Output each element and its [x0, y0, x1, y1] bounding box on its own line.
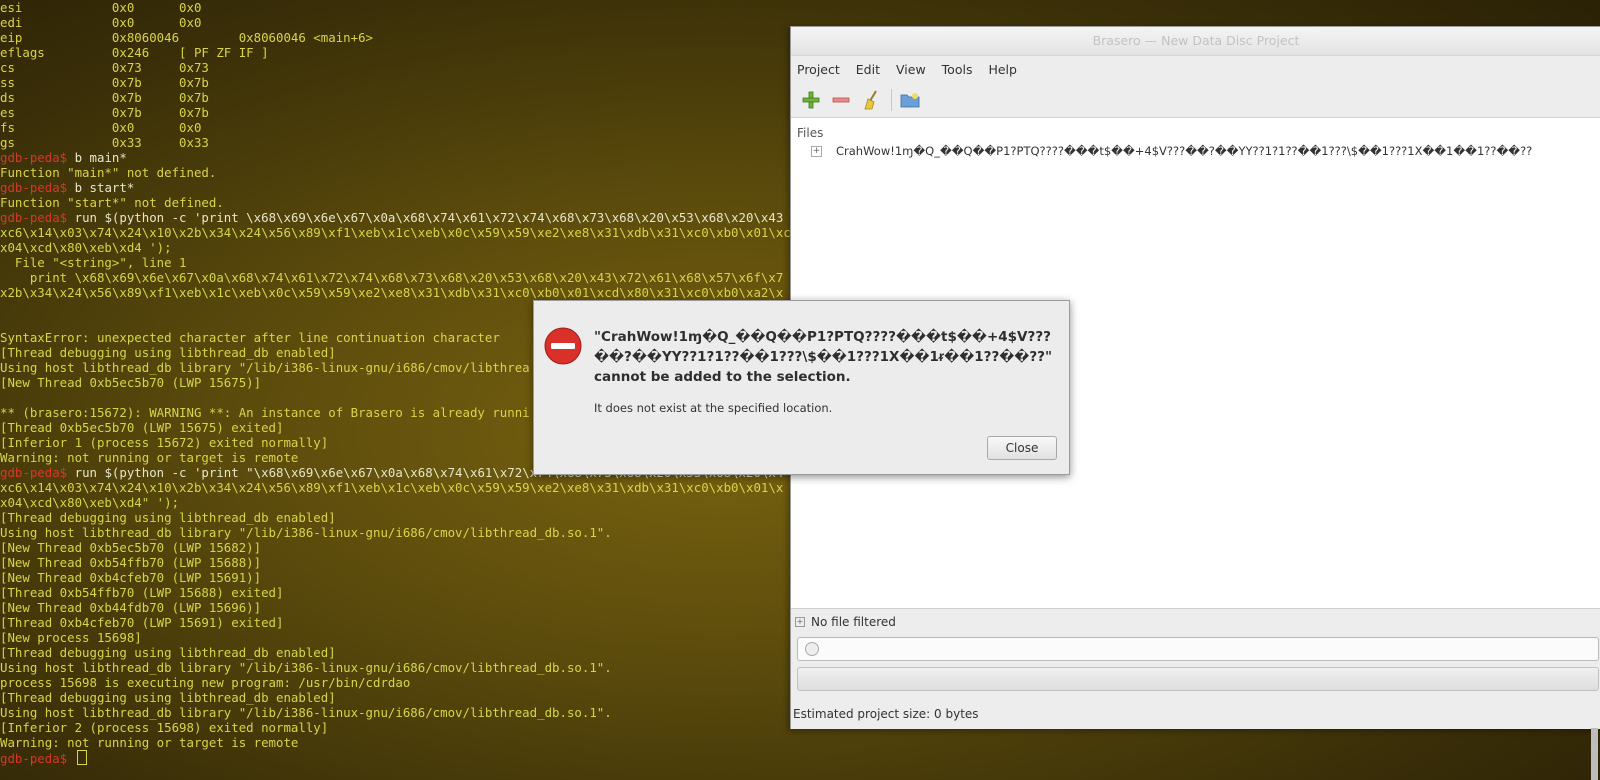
disc-size-bar	[797, 667, 1599, 691]
status-bar: Estimated project size: 0 bytes	[793, 707, 979, 721]
expander-icon: +	[795, 617, 805, 627]
filter-label: No file filtered	[811, 615, 896, 629]
terminal-line: Warning: not running or target is remote	[0, 735, 299, 750]
menu-view[interactable]: View	[896, 62, 926, 77]
menu-tools[interactable]: Tools	[942, 62, 973, 77]
toolbar	[791, 82, 1600, 119]
terminal-line: gdb-peda$	[0, 750, 1600, 766]
terminal-prompt: gdb-peda$	[0, 465, 75, 480]
filter-toggle[interactable]: + No file filtered	[795, 615, 896, 629]
files-header: Files	[797, 126, 824, 140]
terminal-command: run $(python -c 'print \x68\x69\x6e\x67\…	[74, 210, 784, 225]
window-title: Brasero — New Data Disc Project	[791, 27, 1600, 56]
add-icon	[802, 91, 820, 109]
menu-project[interactable]: Project	[797, 62, 840, 77]
terminal-prompt: gdb-peda$	[0, 180, 75, 195]
broom-icon	[864, 90, 877, 110]
remove-icon	[832, 97, 850, 103]
error-dialog: "CrahWow!1ɱ�Q_��Q��P1?PTQ????���t$��+4$V…	[533, 300, 1070, 475]
expander-icon[interactable]: +	[811, 145, 822, 157]
terminal-prompt: gdb-peda$	[0, 210, 75, 225]
terminal-prompt: gdb-peda$	[0, 751, 75, 766]
clear-button[interactable]	[859, 88, 883, 112]
menu-bar: Project Edit View Tools Help	[791, 56, 1600, 82]
terminal-line: esi 0x0 0x0	[0, 0, 202, 15]
terminal-prompt: gdb-peda$	[0, 150, 75, 165]
error-icon	[544, 327, 582, 365]
menu-help[interactable]: Help	[988, 62, 1017, 77]
search-icon	[805, 642, 819, 656]
menu-edit[interactable]: Edit	[856, 62, 880, 77]
dialog-primary-text: "CrahWow!1ɱ�Q_��Q��P1?PTQ????���t$��+4$V…	[594, 329, 1053, 385]
scrollbar[interactable]	[1591, 728, 1598, 780]
terminal-command: b start*	[74, 180, 135, 195]
add-files-button[interactable]	[799, 88, 823, 112]
terminal-command: b main*	[74, 150, 127, 165]
dialog-secondary-text: It does not exist at the specified locat…	[594, 401, 833, 415]
file-row[interactable]: + CrahWow!1ɱ�Q_��Q��P1?PTQ????���t$��+4$…	[811, 144, 1532, 158]
folder-icon	[900, 93, 920, 108]
file-name: CrahWow!1ɱ�Q_��Q��P1?PTQ????���t$��+4$V?…	[836, 144, 1533, 158]
new-folder-button[interactable]	[898, 88, 922, 112]
close-button[interactable]: Close	[987, 436, 1057, 460]
remove-files-button[interactable]	[829, 88, 853, 112]
terminal-cursor[interactable]	[76, 750, 87, 765]
filter-input[interactable]	[797, 637, 1599, 661]
toolbar-separator	[891, 89, 892, 111]
